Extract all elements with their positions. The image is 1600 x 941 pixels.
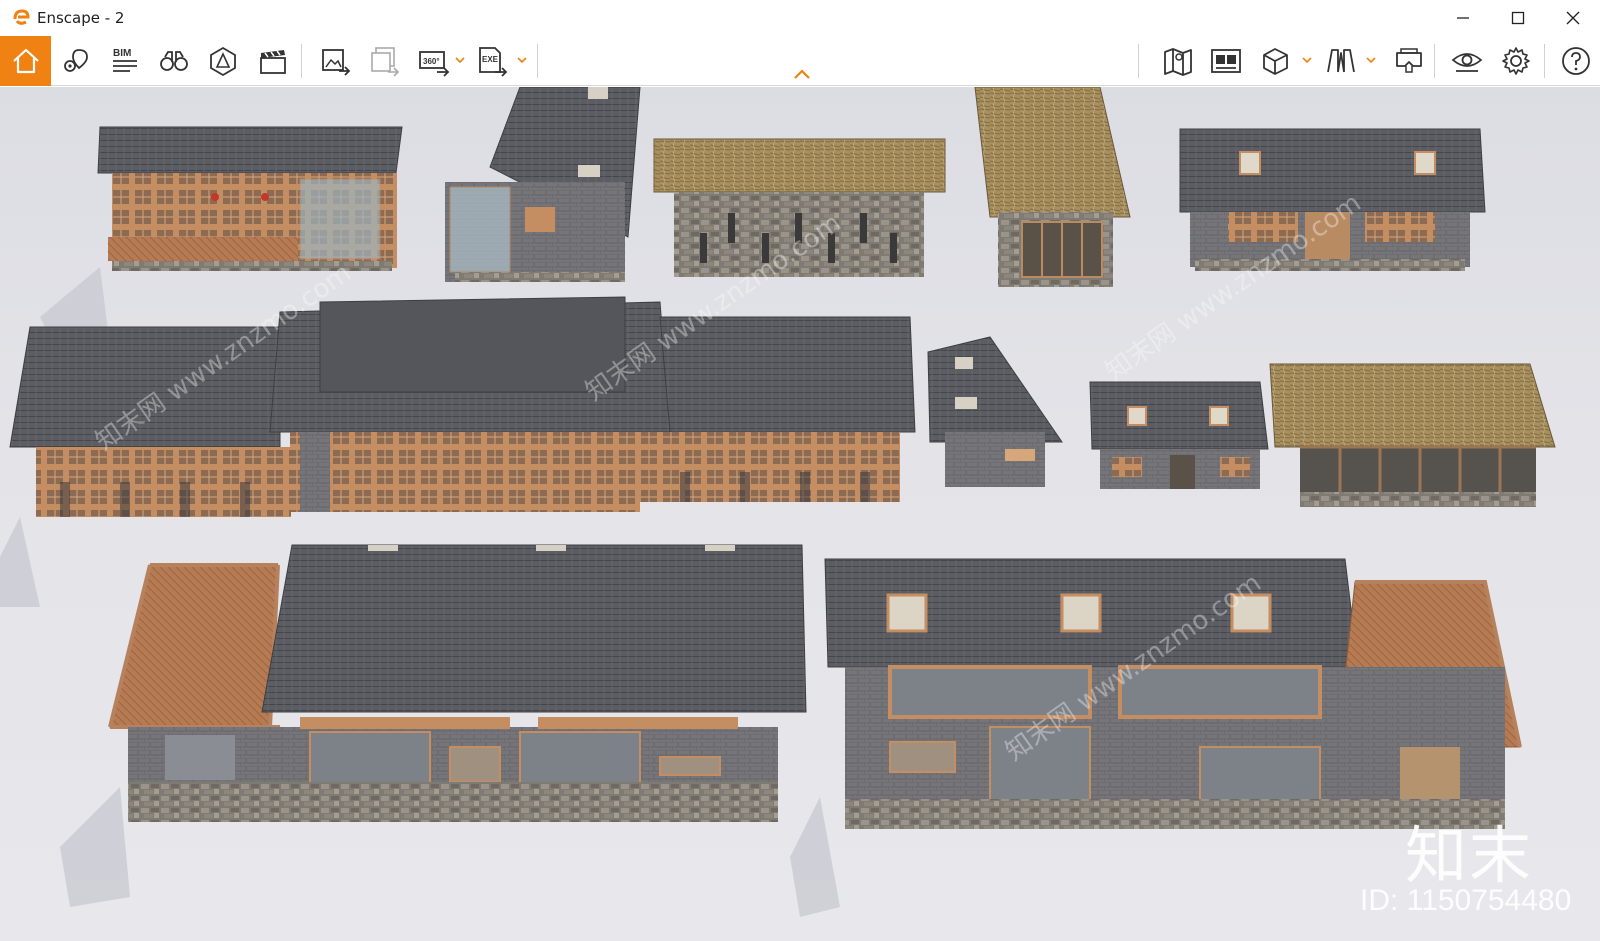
books-button[interactable] (1317, 36, 1365, 86)
collapse-toolbar-chevron-up-icon[interactable] (792, 68, 812, 80)
map-icon (1164, 48, 1192, 76)
vr-button[interactable] (1385, 36, 1433, 86)
asset-cube-icon (1263, 48, 1288, 75)
asset-library-button[interactable] (1251, 36, 1299, 86)
gallery-icon (1211, 49, 1241, 73)
building-10 (108, 544, 807, 822)
maximize-icon (1511, 11, 1525, 25)
visual-settings-button[interactable] (1443, 36, 1491, 86)
close-icon (1566, 11, 1580, 25)
toolbar-separator (1138, 44, 1139, 78)
bim-icon: BIM (113, 48, 137, 72)
batch-render-icon (371, 47, 400, 77)
building-2 (445, 87, 641, 282)
gallery-button[interactable] (1202, 36, 1250, 86)
close-button[interactable] (1548, 0, 1598, 36)
building-1 (97, 126, 403, 271)
building-7 (927, 336, 1063, 487)
panorama-button[interactable]: 360° (410, 36, 458, 86)
export-dropdown-icon[interactable] (516, 54, 528, 66)
export-exe-button[interactable]: EXE (468, 36, 516, 86)
toolbar-separator (537, 44, 538, 78)
perspective-button[interactable] (199, 36, 247, 86)
batch-render-button[interactable] (361, 36, 409, 86)
home-button[interactable] (0, 36, 51, 86)
svg-text:BIM: BIM (113, 48, 131, 59)
clapperboard-icon (260, 50, 286, 74)
help-button[interactable] (1552, 36, 1600, 86)
eye-icon (1451, 53, 1483, 72)
panorama-dropdown-icon[interactable] (454, 54, 466, 66)
toolbar-separator (1544, 44, 1545, 78)
enscape-logo-icon (13, 9, 30, 25)
video-editor-button[interactable] (249, 36, 297, 86)
render-viewport[interactable]: 知末网 www.znzmo.com 知末网 www.znzmo.com 知末网 … (0, 87, 1600, 941)
binoculars-icon (160, 51, 188, 71)
home-icon (12, 48, 39, 74)
book-icon (1327, 49, 1355, 73)
building-11 (824, 558, 1522, 829)
asset-dropdown-icon[interactable] (1301, 54, 1313, 66)
books-dropdown-icon[interactable] (1365, 54, 1377, 66)
maximize-button[interactable] (1493, 0, 1543, 36)
title-bar: Enscape - 2 (0, 0, 1600, 36)
svg-text:EXE: EXE (482, 55, 499, 64)
watermark-logo: 知末 (1405, 819, 1534, 892)
views-button[interactable] (52, 36, 100, 86)
toolbar-separator (301, 44, 302, 78)
export-exe-icon: EXE (479, 47, 508, 77)
gear-icon (1502, 47, 1530, 75)
toolbar-separator (1434, 44, 1435, 78)
svg-text:360°: 360° (423, 57, 440, 66)
map-button[interactable] (1154, 36, 1202, 86)
render-image-icon (322, 49, 351, 76)
render-image-button[interactable] (312, 36, 360, 86)
settings-button[interactable] (1492, 36, 1540, 86)
panorama-360-icon: 360° (419, 51, 450, 77)
minimize-button[interactable] (1438, 0, 1488, 36)
bim-button[interactable]: BIM (101, 36, 149, 86)
perspective-cube-icon (210, 46, 236, 77)
location-pin-icon (64, 49, 88, 72)
watermark-id: ID: 1150754480 (1360, 884, 1572, 917)
minimize-icon (1457, 17, 1469, 19)
window-title: Enscape - 2 (37, 9, 125, 27)
building-9 (1269, 363, 1556, 507)
building-8 (1089, 381, 1269, 489)
vr-headset-icon (1396, 48, 1422, 73)
help-icon (1562, 47, 1590, 75)
building-4 (974, 87, 1131, 287)
walk-mode-button[interactable] (150, 36, 198, 86)
